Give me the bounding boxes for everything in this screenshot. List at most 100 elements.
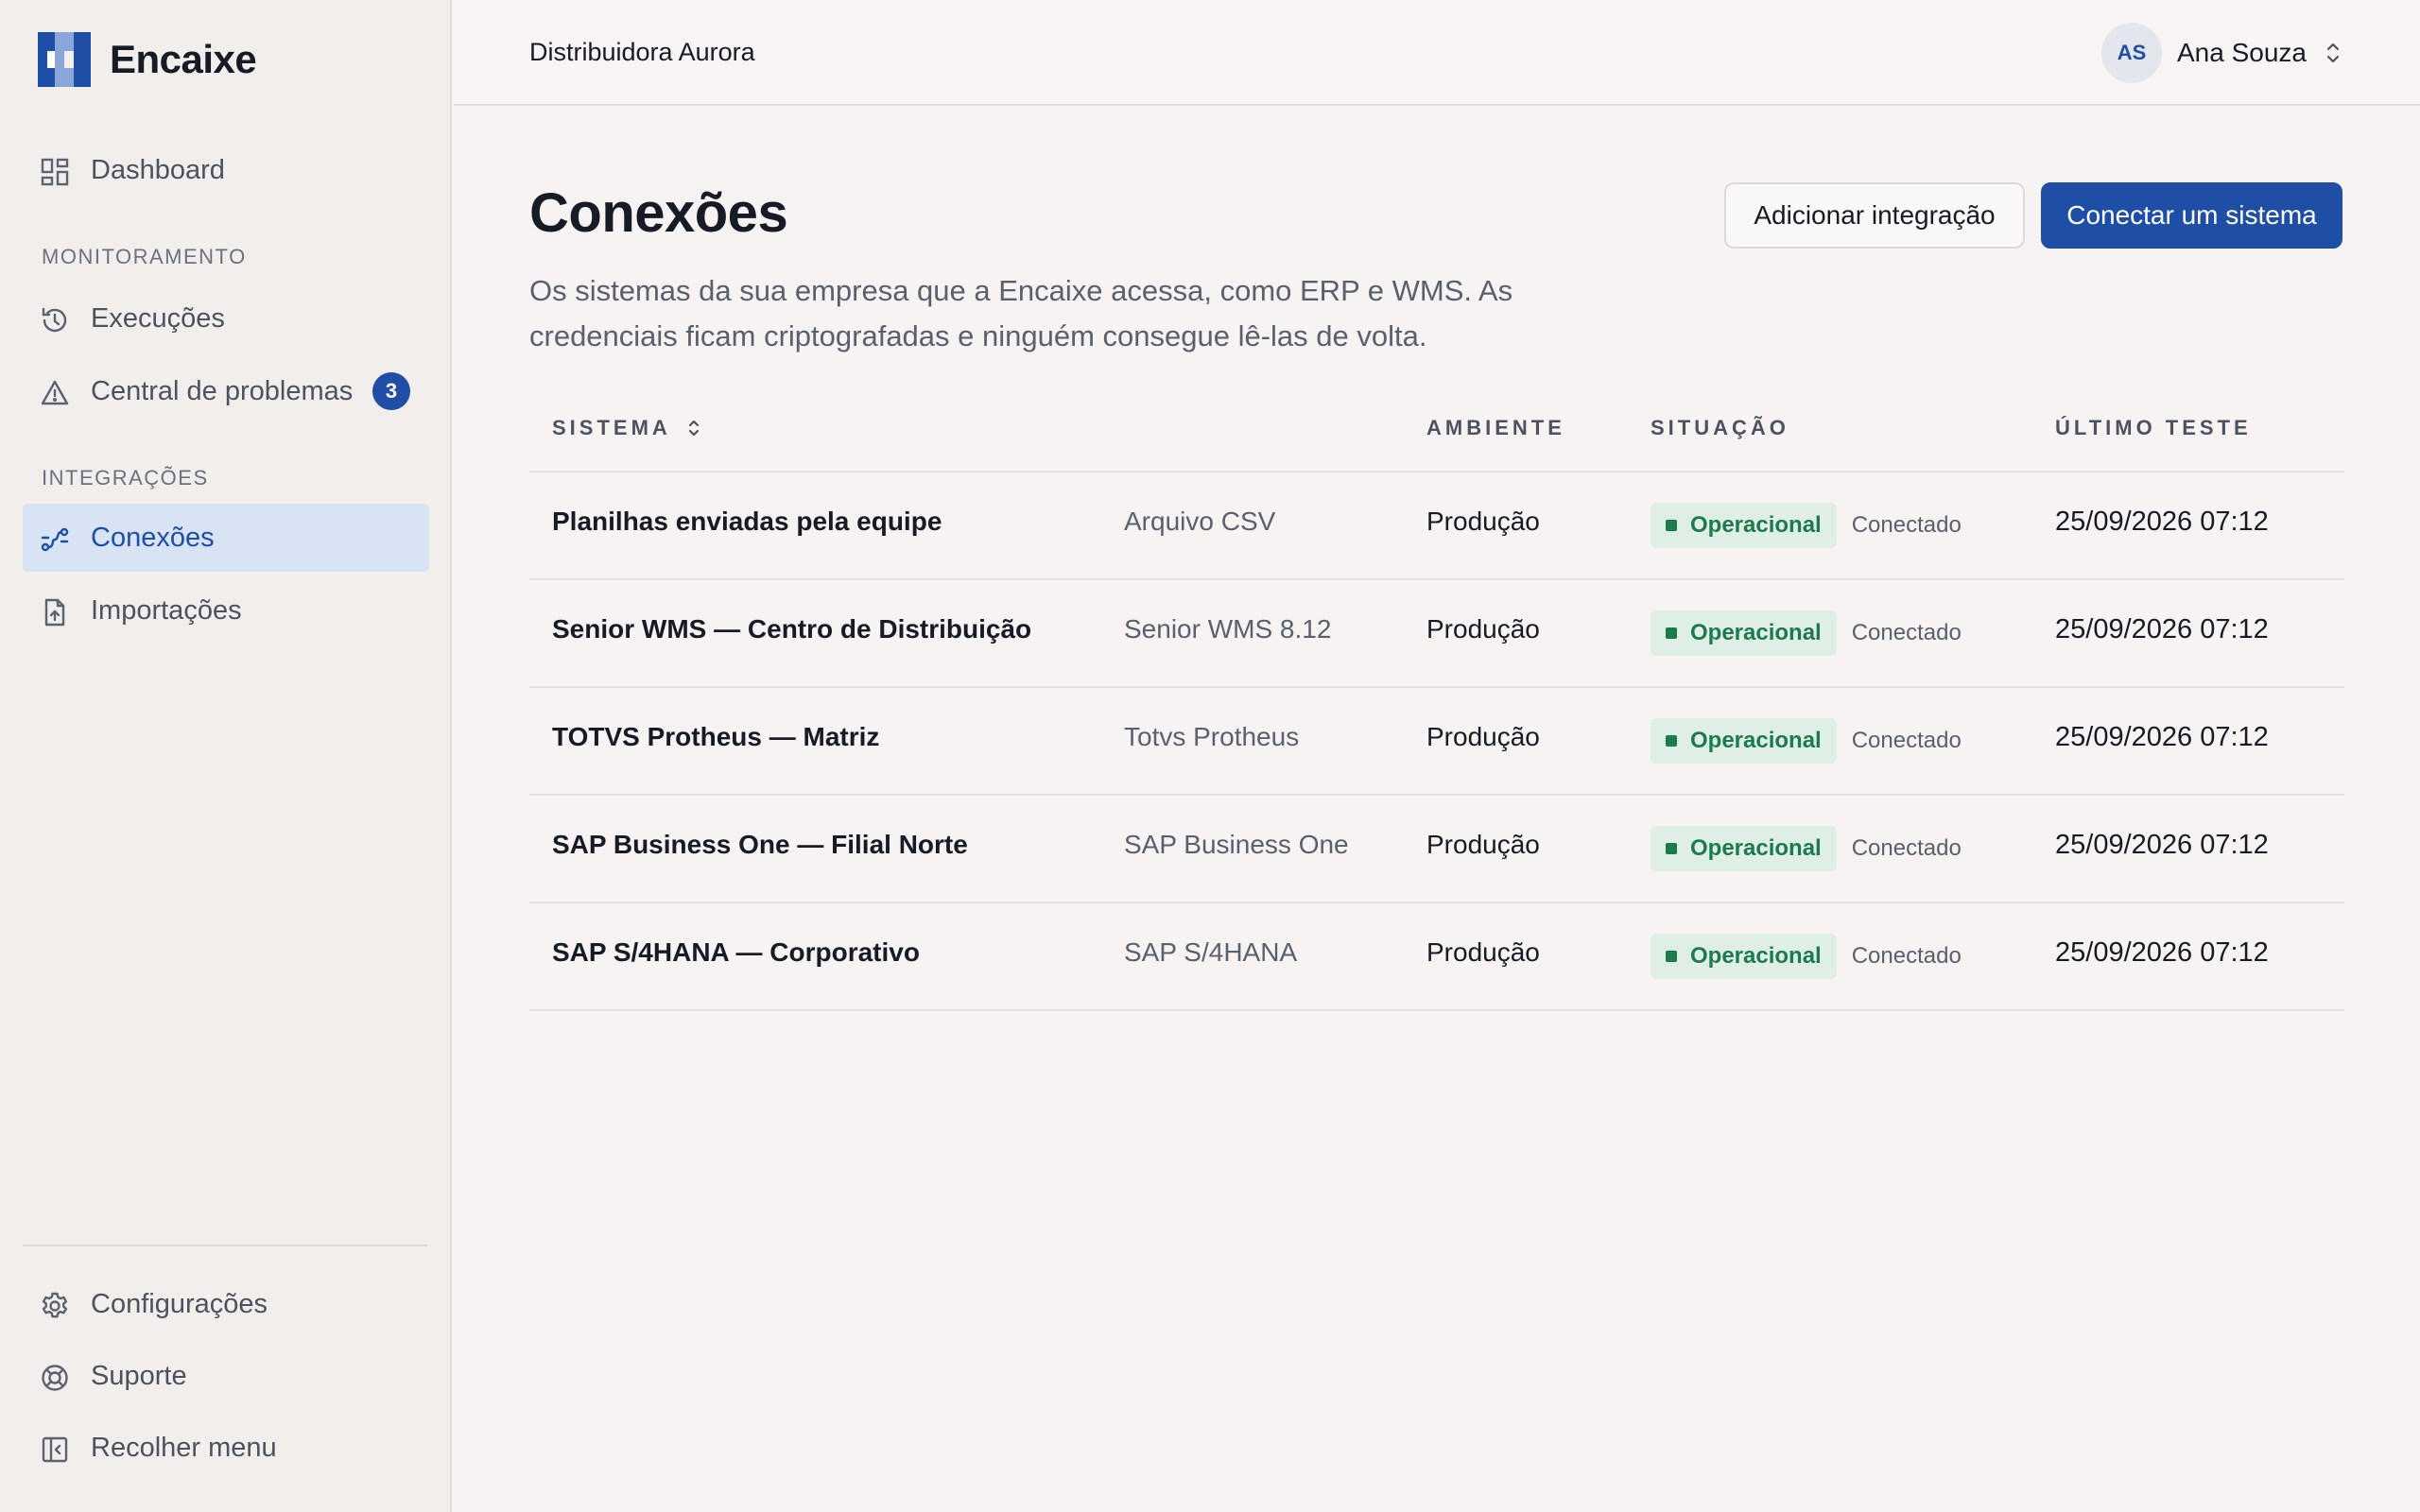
status-note: Conectado xyxy=(1851,728,1962,753)
add-integration-button[interactable]: Adicionar integração xyxy=(1724,182,2025,249)
app-root: Encaixe Dashboard MONITORAMENTO Execuçõe… xyxy=(0,0,2420,1512)
environment: Produção xyxy=(1426,507,1540,536)
status-dot-icon xyxy=(1666,627,1677,639)
system-name[interactable]: Senior WMS — Centro de Distribuição xyxy=(552,614,1031,644)
environment: Produção xyxy=(1426,830,1540,859)
sidebar-item-dashboard[interactable]: Dashboard xyxy=(23,136,429,204)
system-name[interactable]: Planilhas enviadas pela equipe xyxy=(552,507,942,537)
user-name: Ana Souza xyxy=(2177,38,2307,67)
status-note: Conectado xyxy=(1851,835,1962,861)
status-label: Operacional xyxy=(1690,943,1822,969)
section-label-integrations: INTEGRAÇÕES xyxy=(42,466,209,490)
table-row[interactable]: SAP S/4HANA — Corporativo SAP S/4HANA Pr… xyxy=(529,903,2344,1011)
collapse-sidebar-icon xyxy=(42,1436,68,1463)
status-badge: Operacional xyxy=(1651,503,1837,548)
history-icon xyxy=(42,307,67,333)
connect-system-button[interactable]: Conectar um sistema xyxy=(2041,182,2342,249)
sort-icon xyxy=(688,420,699,437)
table-row[interactable]: Planilhas enviadas pela equipe Arquivo C… xyxy=(529,472,2344,580)
status-cell: Operacional Conectado xyxy=(1651,934,1962,979)
connections-table: SISTEMA AMBIENTE SITUAÇÃO ÚLTIMO TESTE P… xyxy=(529,393,2344,1011)
column-header-label: SISTEMA xyxy=(552,416,671,439)
environment: Produção xyxy=(1426,722,1540,751)
status-badge: Operacional xyxy=(1651,934,1837,979)
last-test: 25/09/2026 07:12 xyxy=(2055,830,2269,860)
status-cell: Operacional Conectado xyxy=(1651,718,1962,764)
sidebar-item-connections[interactable]: Conexões xyxy=(23,504,429,572)
system-type: SAP S/4HANA xyxy=(1124,937,1298,967)
sidebar-item-label: Central de problemas xyxy=(91,375,354,406)
connections-icon xyxy=(41,527,69,552)
gear-icon xyxy=(42,1292,68,1318)
system-type: SAP Business One xyxy=(1124,830,1349,859)
encaixe-logo-icon xyxy=(38,32,91,87)
table-header: SISTEMA AMBIENTE SITUAÇÃO ÚLTIMO TESTE xyxy=(529,393,2344,472)
top-bar: Distribuidora Aurora AS Ana Souza xyxy=(454,0,2420,106)
section-label-monitoring: MONITORAMENTO xyxy=(42,245,247,268)
sidebar-item-imports[interactable]: Importações xyxy=(23,576,429,644)
sidebar-item-executions[interactable]: Execuções xyxy=(23,284,429,352)
sidebar-item-label: Importações xyxy=(91,594,242,626)
system-type: Totvs Protheus xyxy=(1124,722,1300,751)
last-test: 25/09/2026 07:12 xyxy=(2055,614,2269,644)
avatar: AS xyxy=(2101,23,2162,83)
status-note: Conectado xyxy=(1851,620,1962,645)
app-name: Encaixe xyxy=(110,37,257,81)
status-badge: Operacional xyxy=(1651,826,1837,871)
brand[interactable]: Encaixe xyxy=(38,32,257,87)
status-badge: Operacional xyxy=(1651,610,1837,656)
last-test: 25/09/2026 07:12 xyxy=(2055,937,2269,968)
last-test: 25/09/2026 07:12 xyxy=(2055,507,2269,537)
sidebar-item-collapse[interactable]: Recolher menu xyxy=(23,1414,429,1482)
sidebar-item-settings[interactable]: Configurações xyxy=(23,1270,429,1338)
table-row[interactable]: TOTVS Protheus — Matriz Totvs Protheus P… xyxy=(529,688,2344,796)
page-description: Os sistemas da sua empresa que a Encaixe… xyxy=(529,274,1513,352)
problems-count-badge: 3 xyxy=(372,372,410,410)
sidebar-item-label: Execuções xyxy=(91,302,225,334)
system-type: Senior WMS 8.12 xyxy=(1124,614,1332,644)
sidebar-item-label: Conexões xyxy=(91,522,215,553)
organization-name: Distribuidora Aurora xyxy=(529,38,755,66)
status-note: Conectado xyxy=(1851,512,1962,538)
lifebuoy-icon xyxy=(42,1365,68,1391)
column-header-environment: AMBIENTE xyxy=(1426,416,1565,439)
dashboard-icon xyxy=(41,158,69,186)
sidebar-divider xyxy=(23,1245,427,1246)
status-label: Operacional xyxy=(1690,512,1822,538)
sidebar-item-label: Recolher menu xyxy=(91,1432,277,1463)
page-title: Conexões xyxy=(529,182,788,244)
column-header-last-test: ÚLTIMO TESTE xyxy=(2055,416,2252,439)
status-note: Conectado xyxy=(1851,943,1962,969)
file-upload-icon xyxy=(44,598,65,627)
status-cell: Operacional Conectado xyxy=(1651,610,1962,656)
system-name[interactable]: TOTVS Protheus — Matriz xyxy=(552,722,879,752)
environment: Produção xyxy=(1426,937,1540,967)
system-name[interactable]: SAP S/4HANA — Corporativo xyxy=(552,937,920,968)
status-label: Operacional xyxy=(1690,620,1822,645)
sidebar-item-support[interactable]: Suporte xyxy=(23,1342,429,1410)
table-row[interactable]: SAP Business One — Filial Norte SAP Busi… xyxy=(529,796,2344,903)
user-menu[interactable]: AS Ana Souza xyxy=(2101,23,2344,83)
status-dot-icon xyxy=(1666,735,1677,747)
environment: Produção xyxy=(1426,614,1540,644)
table-row[interactable]: Senior WMS — Centro de Distribuição Seni… xyxy=(529,580,2344,688)
sidebar: Encaixe Dashboard MONITORAMENTO Execuçõe… xyxy=(0,0,452,1512)
status-label: Operacional xyxy=(1690,835,1822,861)
column-header-system[interactable]: SISTEMA xyxy=(552,416,703,440)
status-label: Operacional xyxy=(1690,728,1822,753)
status-cell: Operacional Conectado xyxy=(1651,826,1962,871)
warning-icon xyxy=(41,380,69,405)
sidebar-item-problems[interactable]: Central de problemas 3 xyxy=(23,357,429,425)
last-test: 25/09/2026 07:12 xyxy=(2055,722,2269,752)
status-dot-icon xyxy=(1666,843,1677,854)
status-dot-icon xyxy=(1666,520,1677,531)
sidebar-item-label: Dashboard xyxy=(91,154,225,185)
status-cell: Operacional Conectado xyxy=(1651,503,1962,548)
sidebar-item-label: Configurações xyxy=(91,1288,268,1319)
system-name[interactable]: SAP Business One — Filial Norte xyxy=(552,830,968,860)
column-header-status: SITUAÇÃO xyxy=(1651,416,1789,439)
status-badge: Operacional xyxy=(1651,718,1837,764)
sidebar-item-label: Suporte xyxy=(91,1360,187,1391)
chevron-up-down-icon xyxy=(2326,43,2340,63)
status-dot-icon xyxy=(1666,951,1677,962)
